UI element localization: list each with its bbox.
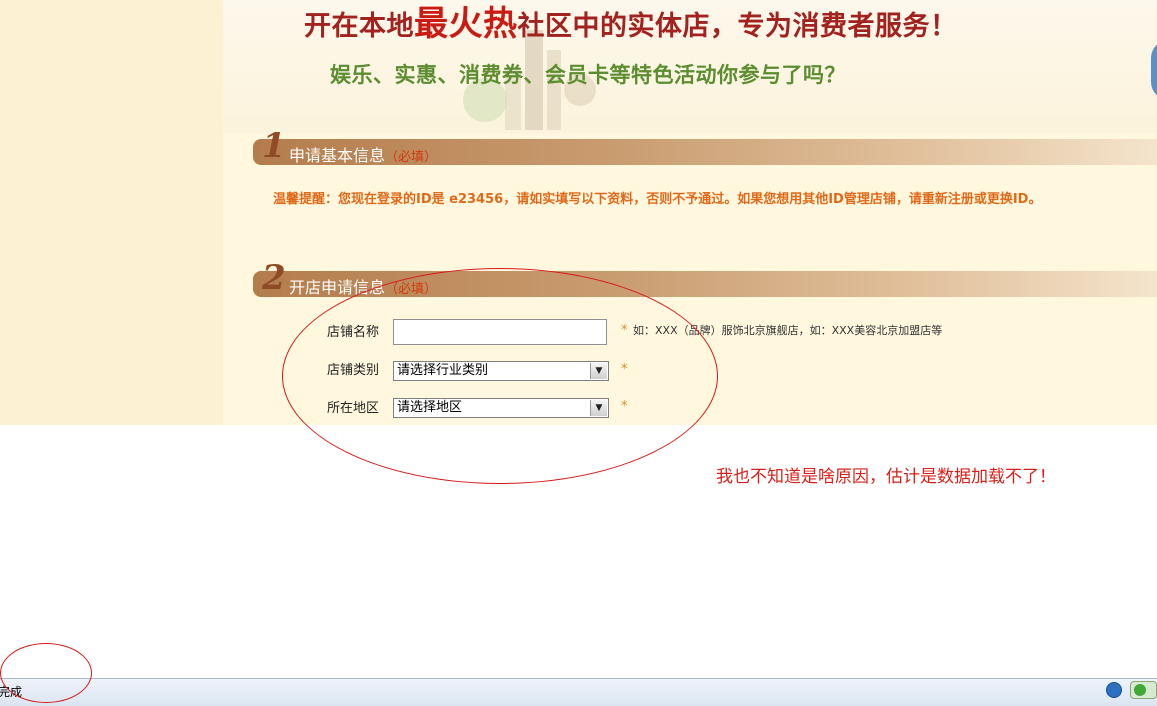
globe-icon[interactable]: [1106, 682, 1122, 698]
section1-title: 申请基本信息（必填）: [289, 142, 437, 166]
banner-tagline: 娱乐、实惠、消费券、会员卡等特色活动你参与了吗？: [330, 63, 846, 87]
car-illustration: [1151, 44, 1157, 96]
toggle-indicator: [1134, 684, 1146, 696]
banner-headline: 开在本地最火热社区中的实体店，专为消费者服务！: [304, 0, 958, 45]
annotation-text: 我也不知道是啥原因，估计是数据加载不了！: [716, 467, 1056, 487]
annotation-ellipse-status: [0, 643, 92, 703]
section2-number: 2: [262, 258, 286, 298]
left-sidebar-panel: [0, 0, 224, 425]
headline-part1: 开在本地: [304, 11, 414, 42]
annotation-ellipse-form: [282, 268, 718, 484]
section1-required: （必填）: [385, 150, 438, 165]
login-reminder-text: 温馨提醒：您现在登录的ID是 e23456，请如实填写以下资料，否则不予通过。如…: [273, 192, 1042, 207]
headline-part2: 社区中的实体店，专为消费者服务！: [517, 11, 958, 42]
security-toggle-icon[interactable]: [1130, 681, 1157, 699]
section1-number: 1: [262, 126, 286, 166]
status-bar: [0, 678, 1157, 706]
headline-highlight: 最火热: [414, 4, 518, 44]
section1-title-text: 申请基本信息: [289, 146, 386, 165]
